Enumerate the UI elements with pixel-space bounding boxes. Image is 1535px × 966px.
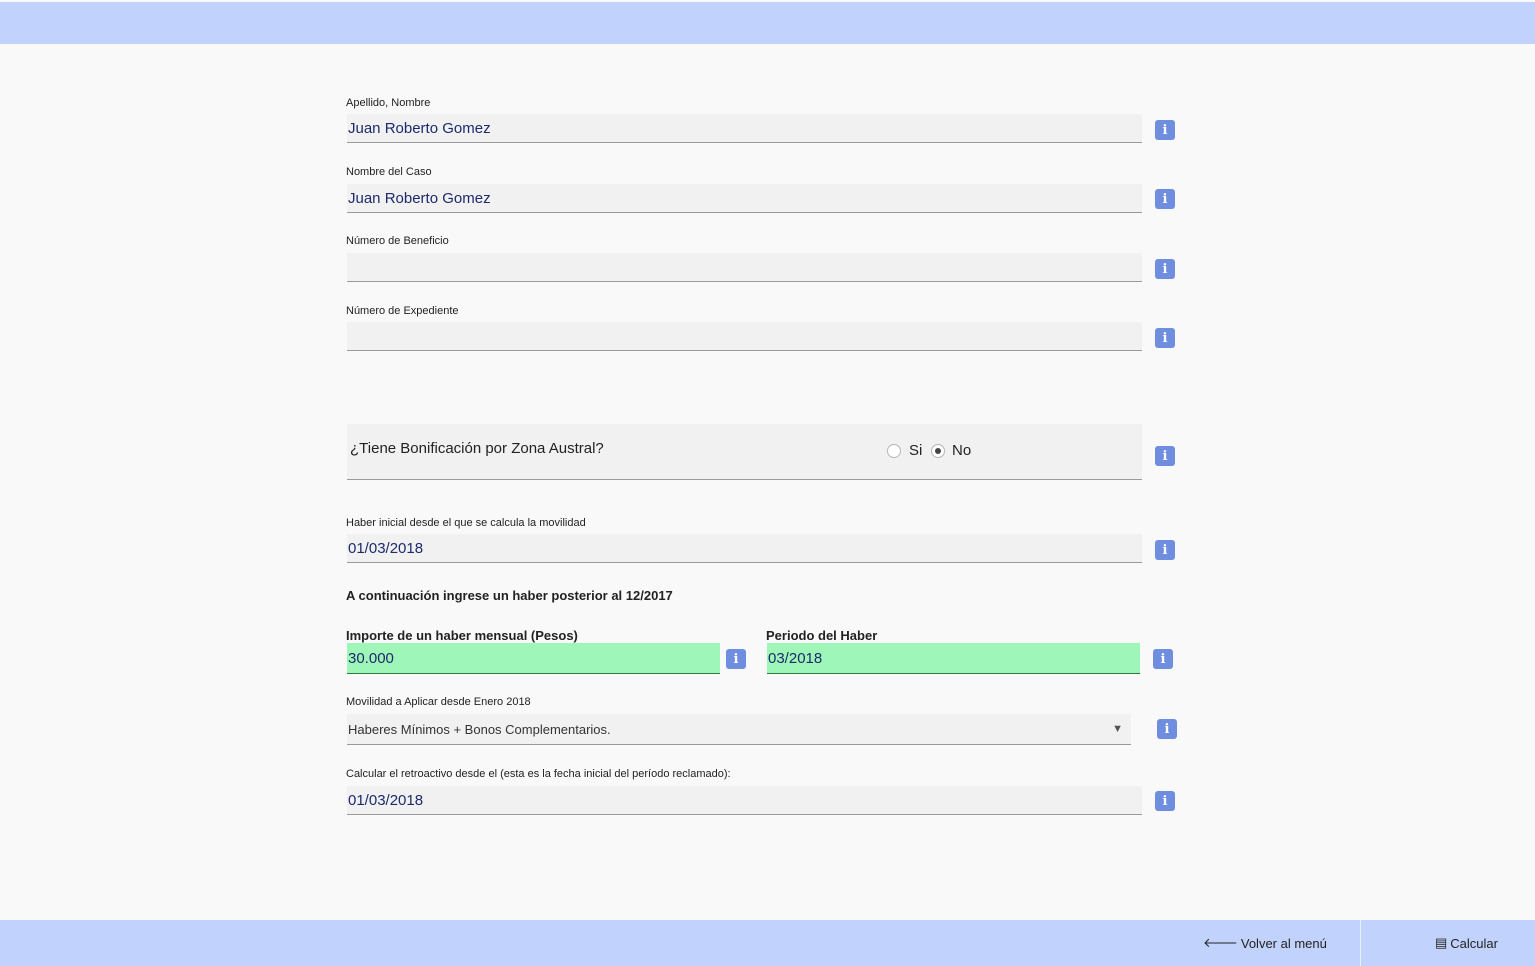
haber-inicial-info-button[interactable]: i bbox=[1155, 540, 1175, 560]
apellido-nombre-label: Apellido, Nombre bbox=[346, 97, 431, 109]
periodo-label: Periodo del Haber bbox=[766, 628, 878, 643]
importe-input[interactable]: 30.000 bbox=[347, 643, 720, 674]
info-icon: i bbox=[1164, 721, 1170, 737]
info-icon: i bbox=[1162, 261, 1168, 277]
apellido-nombre-info-button[interactable]: i bbox=[1155, 120, 1175, 140]
zona-austral-group: ¿Tiene Bonificación por Zona Austral? Si… bbox=[347, 424, 1142, 480]
importe-label: Importe de un haber mensual (Pesos) bbox=[346, 628, 578, 643]
movilidad-select[interactable]: Haberes Mínimos + Bonos Complementarios.… bbox=[347, 714, 1131, 745]
back-to-menu-label: Volver al menú bbox=[1240, 935, 1327, 951]
periodo-input[interactable]: 03/2018 bbox=[767, 643, 1140, 674]
info-icon: i bbox=[733, 651, 739, 667]
movilidad-info-button[interactable]: i bbox=[1157, 719, 1177, 739]
zona-austral-radio-no[interactable] bbox=[931, 444, 945, 458]
zona-austral-radio-si[interactable] bbox=[887, 444, 901, 458]
bottom-bar: 🡐 Volver al menú ▤ Calcular bbox=[0, 920, 1535, 966]
chevron-down-icon: ▼ bbox=[1112, 723, 1123, 735]
retroactivo-label: Calcular el retroactivo desde el (esta e… bbox=[346, 768, 731, 780]
nombre-caso-label: Nombre del Caso bbox=[346, 166, 432, 178]
nombre-caso-info-button[interactable]: i bbox=[1155, 189, 1175, 209]
top-bar bbox=[0, 2, 1535, 44]
retroactivo-input[interactable]: 01/03/2018 bbox=[347, 786, 1142, 815]
nombre-caso-input[interactable]: Juan Roberto Gomez bbox=[347, 184, 1142, 213]
numero-expediente-input[interactable] bbox=[347, 322, 1142, 351]
info-icon: i bbox=[1162, 542, 1168, 558]
arrow-left-icon: 🡐 bbox=[1203, 935, 1238, 950]
info-icon: i bbox=[1162, 448, 1168, 464]
footer-divider bbox=[1360, 920, 1361, 966]
periodo-info-button[interactable]: i bbox=[1153, 649, 1173, 669]
movilidad-label: Movilidad a Aplicar desde Enero 2018 bbox=[346, 696, 531, 708]
movilidad-selected-value: Haberes Mínimos + Bonos Complementarios. bbox=[348, 721, 611, 737]
haber-inicial-input[interactable]: 01/03/2018 bbox=[347, 534, 1142, 563]
zona-austral-info-button[interactable]: i bbox=[1155, 446, 1175, 466]
zona-austral-label-no: No bbox=[952, 442, 972, 459]
numero-expediente-info-button[interactable]: i bbox=[1155, 328, 1175, 348]
apellido-nombre-input[interactable]: Juan Roberto Gomez bbox=[347, 114, 1142, 143]
calculate-label: Calcular bbox=[1450, 935, 1498, 951]
numero-beneficio-input[interactable] bbox=[347, 253, 1142, 282]
haber-inicial-label: Haber inicial desde el que se calcula la… bbox=[346, 517, 586, 529]
numero-beneficio-info-button[interactable]: i bbox=[1155, 259, 1175, 279]
zona-austral-label-si: Si bbox=[909, 442, 923, 459]
back-to-menu-button[interactable]: 🡐 Volver al menú bbox=[1203, 920, 1327, 966]
importe-info-button[interactable]: i bbox=[726, 649, 746, 669]
calculate-button[interactable]: ▤ Calcular bbox=[1435, 920, 1498, 966]
calculator-icon: ▤ bbox=[1435, 935, 1448, 950]
section-heading: A continuación ingrese un haber posterio… bbox=[346, 588, 673, 603]
retroactivo-info-button[interactable]: i bbox=[1155, 791, 1175, 811]
info-icon: i bbox=[1162, 191, 1168, 207]
zona-austral-question: ¿Tiene Bonificación por Zona Austral? bbox=[350, 440, 604, 457]
numero-expediente-label: Número de Expediente bbox=[346, 305, 459, 317]
info-icon: i bbox=[1162, 122, 1168, 138]
numero-beneficio-label: Número de Beneficio bbox=[346, 235, 449, 247]
info-icon: i bbox=[1162, 793, 1168, 809]
info-icon: i bbox=[1160, 651, 1166, 667]
info-icon: i bbox=[1162, 330, 1168, 346]
